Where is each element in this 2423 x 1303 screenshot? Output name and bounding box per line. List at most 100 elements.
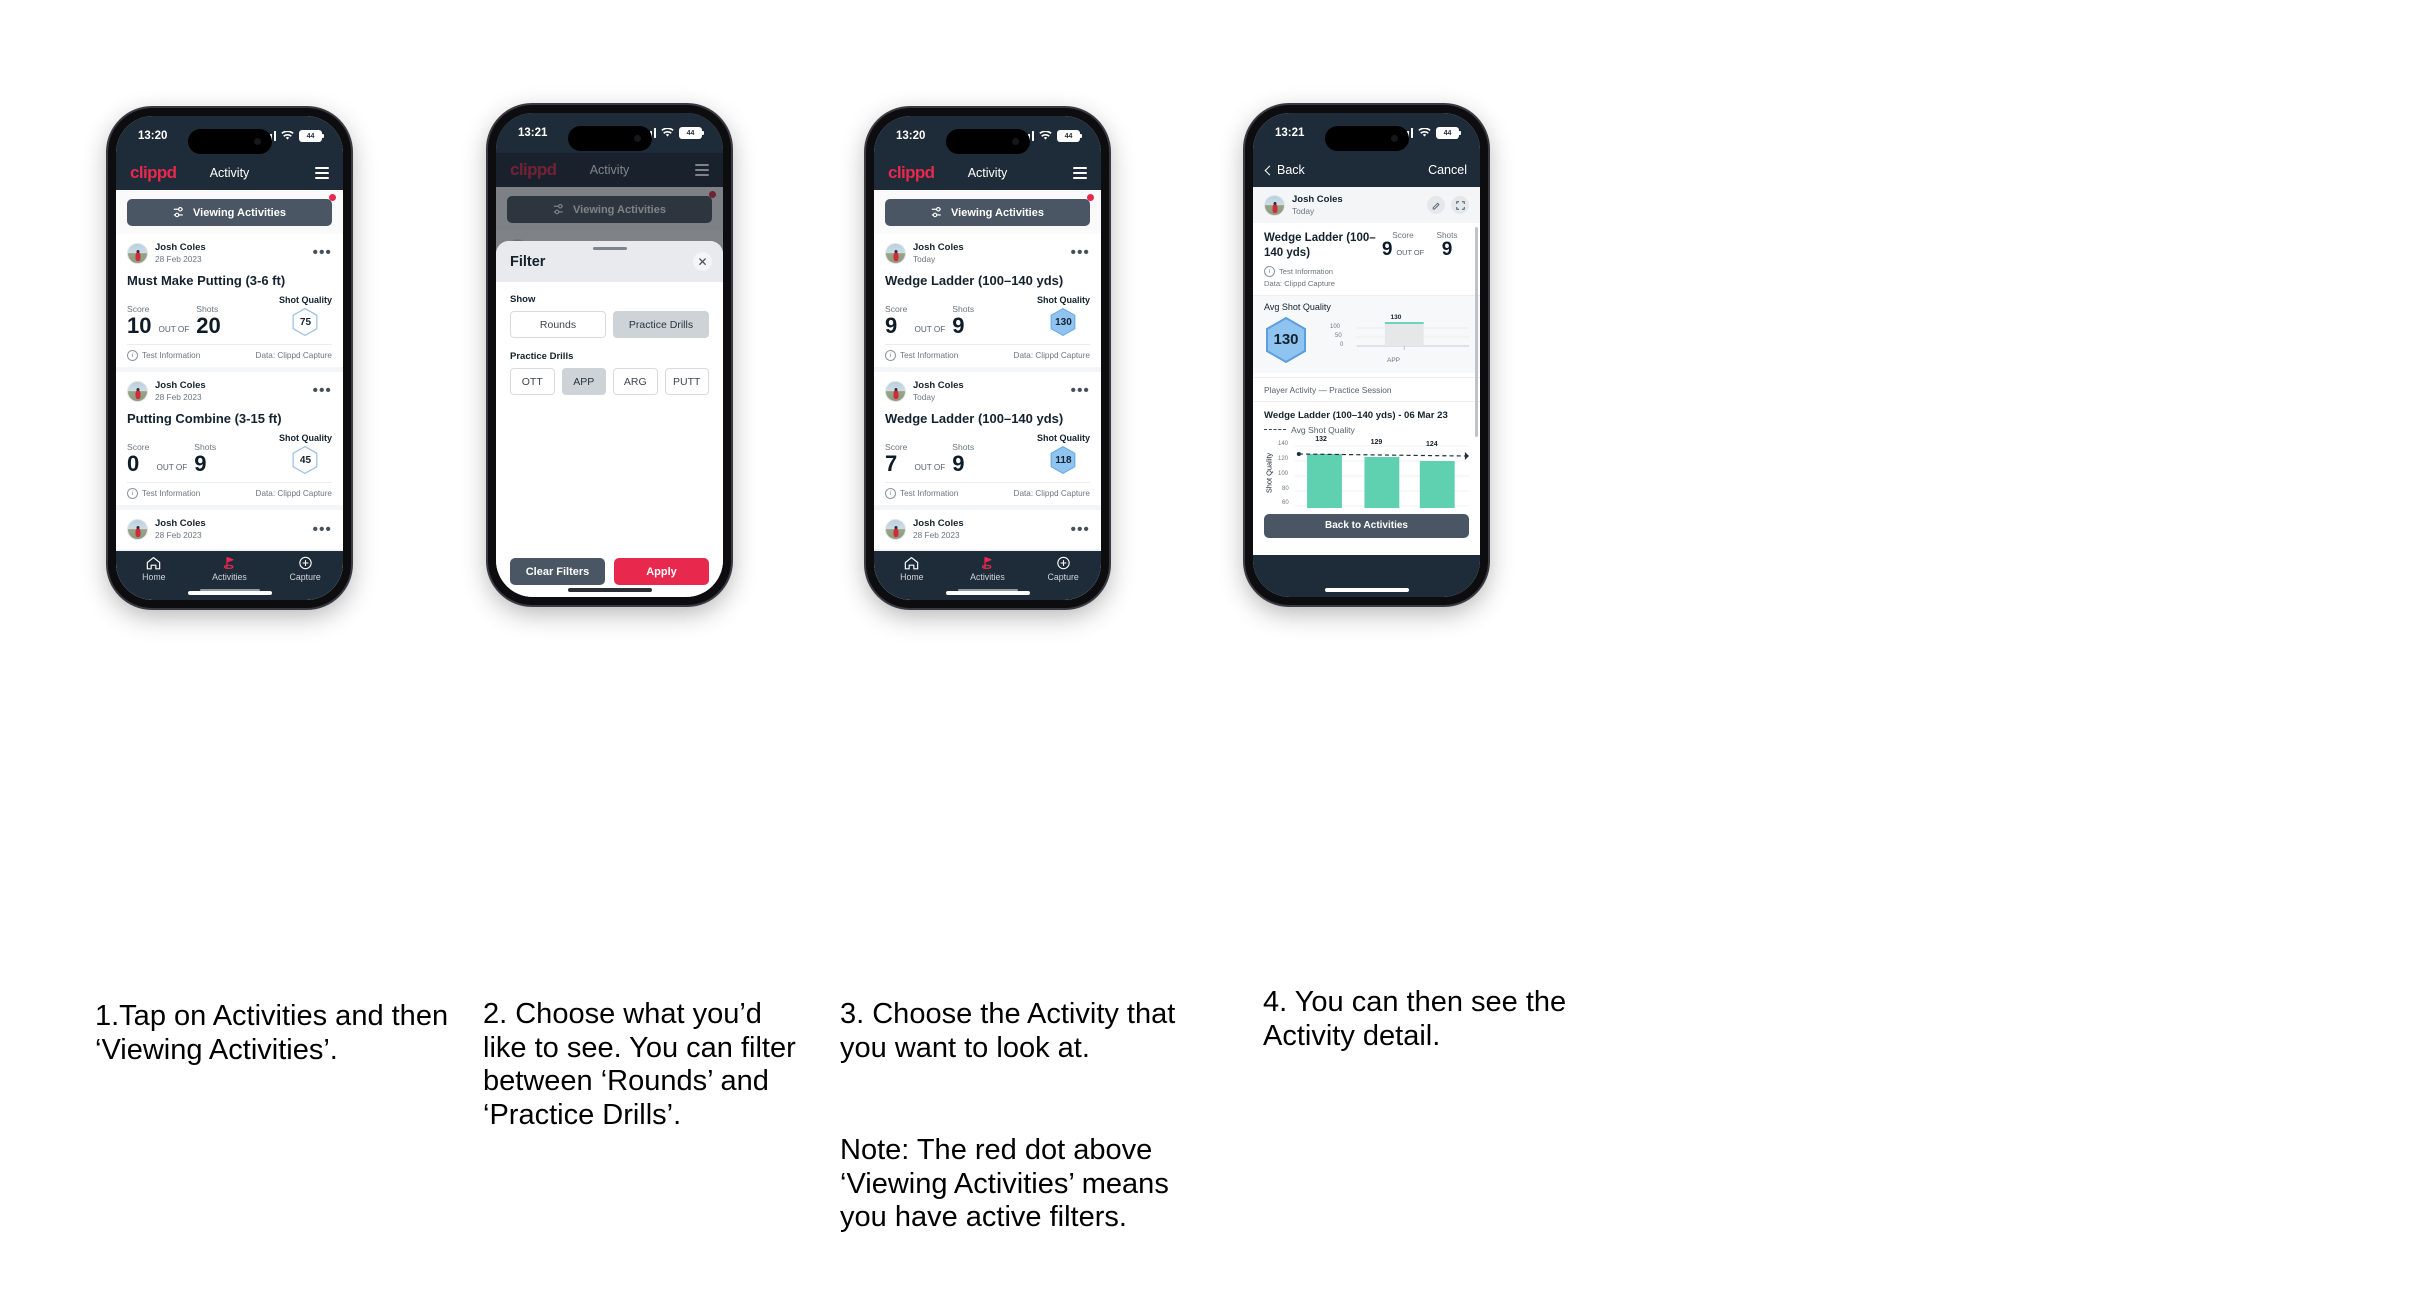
nav-item-capture[interactable]: Capture <box>1035 556 1091 582</box>
shots-value: 9 <box>1441 239 1453 261</box>
out-of-label: OUT OF <box>1396 248 1425 258</box>
filter-option-putt[interactable]: PUTT <box>664 368 709 395</box>
viewing-activities-wrap: Viewing Activities <box>116 190 343 234</box>
nav-item-capture[interactable]: Capture <box>277 556 333 582</box>
cancel-button[interactable]: Cancel <box>1428 163 1467 177</box>
shot-quality-label: Shot Quality <box>1036 295 1090 306</box>
shot-quality-block: Shot Quality 75 <box>279 295 332 337</box>
activity-card[interactable]: Josh Coles 28 Feb 2023 ••• Putting Combi… <box>116 372 343 506</box>
phone-4: 13:21 44 Back Cancel Josh Coles Today We… <box>1245 105 1488 605</box>
phone-2: 13:21 44 clippd Activity <box>488 105 731 605</box>
wifi-icon <box>1418 128 1431 137</box>
shot-quality-hexagon: 118 <box>1049 445 1077 475</box>
score-block: Score 7 <box>885 442 907 475</box>
drag-handle[interactable] <box>592 247 627 251</box>
score-label: Score <box>1392 231 1414 241</box>
chart-ytick-60: 60 <box>1282 499 1289 506</box>
back-button[interactable]: Back <box>1264 163 1305 177</box>
out-of-label: OUT OF <box>158 325 190 335</box>
avatar <box>127 242 148 264</box>
filter-option-practice-drills[interactable]: Practice Drills <box>613 311 709 338</box>
close-icon[interactable]: ✕ <box>693 252 712 271</box>
chart-bar-label-2: 129 <box>1370 438 1383 446</box>
detail-body: Josh Coles Today Wedge Ladder (100–140 y… <box>1253 187 1480 555</box>
activity-date: Today <box>1292 205 1315 216</box>
bottom-nav: Home Activities Capture <box>116 551 343 600</box>
detail-footer <box>1253 555 1480 597</box>
filter-option-rounds[interactable]: Rounds <box>510 311 606 338</box>
card-header: Josh Coles Today ••• <box>885 242 1090 264</box>
card-user: Josh Coles Today <box>885 242 964 264</box>
score-value: 7 <box>885 451 898 477</box>
activity-card[interactable]: Josh Coles 28 Feb 2023 ••• <box>874 510 1101 549</box>
user-name: Josh Coles <box>913 242 964 253</box>
test-information-label: Test Information <box>1279 266 1334 276</box>
activity-card[interactable]: Josh Coles 28 Feb 2023 ••• Must Make Put… <box>116 234 343 368</box>
score-value: 9 <box>885 313 898 339</box>
out-of-label: OUT OF <box>914 463 946 473</box>
nav-item-home[interactable]: Home <box>884 556 940 582</box>
activity-card[interactable]: Josh Coles Today ••• Wedge Ladder (100–1… <box>874 234 1101 368</box>
card-stats: Score 9 OUT OF Shots 9 Shot Quality 130 <box>885 295 1090 344</box>
card-footer: i Test Information Data: Clippd Capture <box>127 344 332 367</box>
detail-summary: Wedge Ladder (100–140 yds) i Test Inform… <box>1253 223 1480 295</box>
home-indicator <box>1324 588 1409 592</box>
practice-drills-label: Practice Drills <box>510 351 574 362</box>
app-bar: clippd Activity <box>116 156 343 190</box>
home-icon <box>905 557 919 570</box>
avg-shot-quality-chart: 130 100 50 0 APP <box>1318 314 1469 365</box>
menu-icon[interactable] <box>315 167 329 179</box>
viewing-activities-button[interactable]: Viewing Activities <box>885 199 1090 226</box>
nav-label-activities: Activities <box>212 572 247 582</box>
session-chart-title: Wedge Ladder (100–140 yds) - 06 Mar 23 <box>1264 409 1448 421</box>
score-block: Score 0 <box>127 442 149 475</box>
activity-list[interactable]: Josh Coles Today ••• Wedge Ladder (100–1… <box>874 234 1101 551</box>
activity-card[interactable]: Josh Coles 28 Feb 2023 ••• <box>116 510 343 549</box>
pencil-icon <box>1432 202 1439 210</box>
data-source-label: Data: Clippd Capture <box>1013 351 1090 361</box>
filter-option-app[interactable]: APP <box>561 368 606 395</box>
golf-flag-icon <box>223 556 234 569</box>
edit-button[interactable] <box>1427 196 1445 215</box>
dynamic-island <box>945 129 1030 154</box>
dynamic-island <box>187 129 272 154</box>
phone-2-screen: 13:21 44 clippd Activity <box>496 113 723 597</box>
detail-user: Josh Coles Today <box>1264 194 1343 216</box>
data-source-label: Data: Clippd Capture <box>255 489 332 499</box>
status-time: 13:20 <box>138 130 168 142</box>
detail-nav-bar: Back Cancel <box>1253 153 1480 187</box>
avatar <box>885 242 906 264</box>
filter-body: Show Rounds Practice Drills Practice Dri… <box>496 282 723 558</box>
viewing-activities-button[interactable]: Viewing Activities <box>127 199 332 226</box>
activity-date: Today <box>913 253 936 264</box>
activity-card[interactable]: Josh Coles Today ••• Wedge Ladder (100–1… <box>874 372 1101 506</box>
activity-list[interactable]: Josh Coles 28 Feb 2023 ••• Must Make Put… <box>116 234 343 551</box>
nav-item-activities[interactable]: Activities <box>201 556 257 582</box>
detail-header: Josh Coles Today <box>1253 187 1480 224</box>
card-footer: i Test Information Data: Clippd Capture <box>885 344 1090 367</box>
back-to-activities-button[interactable]: Back to Activities <box>1264 513 1469 538</box>
phone-4-screen: 13:21 44 Back Cancel Josh Coles Today We… <box>1253 113 1480 597</box>
filter-sliders-icon <box>173 206 183 218</box>
mini-chart-ytick-100: 100 <box>1330 323 1341 330</box>
nav-item-home[interactable]: Home <box>126 556 182 582</box>
active-filter-dot <box>329 194 336 201</box>
shot-quality-label: Shot Quality <box>278 295 332 306</box>
score-block: Score 9 <box>885 304 907 337</box>
shots-block: Shots 20 <box>196 304 220 337</box>
apply-button[interactable]: Apply <box>614 558 709 585</box>
filter-option-ott[interactable]: OTT <box>510 368 555 395</box>
avatar <box>885 380 906 402</box>
user-name: Josh Coles <box>155 518 206 530</box>
clear-filters-button[interactable]: Clear Filters <box>510 558 605 585</box>
activity-title: Must Make Putting (3-6 ft) <box>127 273 286 289</box>
home-indicator <box>945 591 1030 595</box>
expand-button[interactable] <box>1451 196 1469 215</box>
scrollbar[interactable] <box>1475 227 1478 437</box>
filter-option-arg[interactable]: ARG <box>613 368 658 395</box>
card-header: Josh Coles 28 Feb 2023 ••• <box>885 518 1090 540</box>
card-user: Josh Coles 28 Feb 2023 <box>127 242 206 264</box>
nav-item-activities[interactable]: Activities <box>959 556 1015 582</box>
drill-options: OTT APP ARG PUTT <box>510 368 709 395</box>
menu-icon[interactable] <box>1073 167 1087 179</box>
